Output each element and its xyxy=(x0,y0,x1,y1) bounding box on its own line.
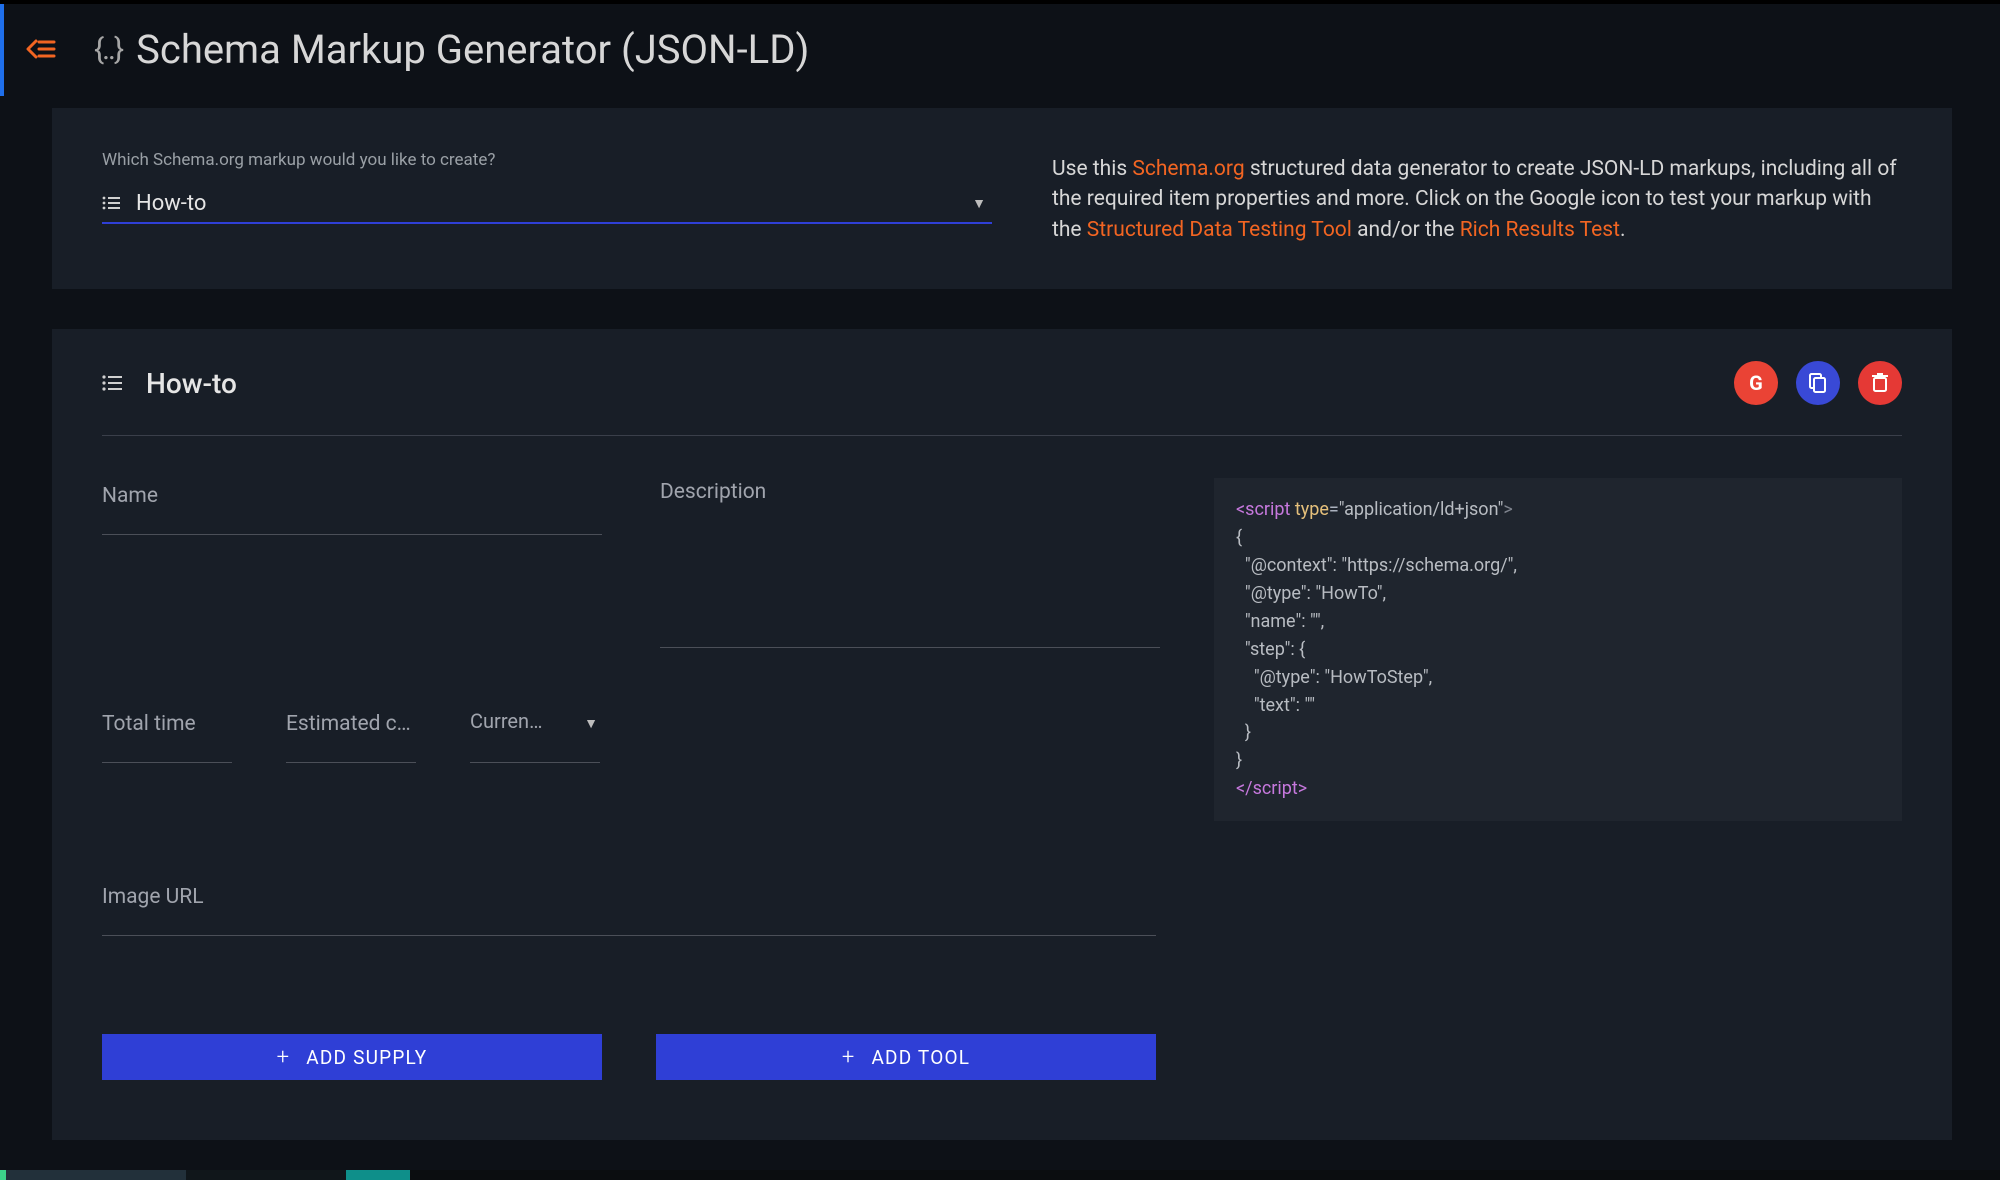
schema-select-label: Which Schema.org markup would you like t… xyxy=(102,150,992,170)
plus-icon: + xyxy=(842,1045,856,1070)
currency-label: Curren… xyxy=(470,709,600,733)
schema-type-select[interactable]: How-to ▼ xyxy=(102,184,992,224)
code-line: } xyxy=(1236,722,1251,743)
code-line: "text": "" xyxy=(1236,695,1315,716)
image-url-field[interactable]: Image URL xyxy=(102,879,1156,936)
estimated-cost-field[interactable]: Estimated c… xyxy=(286,706,416,763)
schema-selector-card: Which Schema.org markup would you like t… xyxy=(52,108,1952,289)
list-icon xyxy=(102,196,120,210)
code-line: "@type": "HowTo", xyxy=(1236,583,1386,604)
copy-icon xyxy=(1809,373,1827,393)
chevron-down-icon: ▼ xyxy=(584,715,598,732)
google-test-button[interactable]: G xyxy=(1734,361,1778,405)
google-icon: G xyxy=(1749,371,1763,395)
code-line: "name": "", xyxy=(1236,611,1324,632)
total-time-field[interactable]: Total time xyxy=(102,706,232,763)
chevron-down-icon: ▼ xyxy=(972,195,986,212)
description-field[interactable]: Description xyxy=(660,478,1160,648)
plus-icon: + xyxy=(277,1045,291,1070)
add-tool-label: ADD TOOL xyxy=(871,1046,970,1069)
name-label: Name xyxy=(102,484,602,508)
intro-text-4: . xyxy=(1620,218,1626,242)
app-header: {..} Schema Markup Generator (JSON-LD) xyxy=(0,0,2000,94)
intro-text: Use this Schema.org structured data gene… xyxy=(1052,150,1902,245)
section-actions: G xyxy=(1734,361,1902,405)
name-field[interactable]: Name xyxy=(102,478,602,535)
code-line: } xyxy=(1236,750,1242,771)
code-line: "@context": "https://schema.org/", xyxy=(1236,555,1517,576)
code-line: { xyxy=(1236,527,1242,548)
howto-section: How-to G Name xyxy=(52,329,1952,1140)
add-supply-label: ADD SUPPLY xyxy=(306,1046,427,1069)
delete-button[interactable] xyxy=(1858,361,1902,405)
code-line: type xyxy=(1295,499,1329,520)
logo-braces: {..} xyxy=(94,32,122,67)
add-tool-button[interactable]: + ADD TOOL xyxy=(656,1034,1156,1080)
page-title: Schema Markup Generator (JSON-LD) xyxy=(136,26,809,73)
code-line: "application/ld+json" xyxy=(1339,499,1504,520)
intro-text-3: and/or the xyxy=(1352,218,1460,242)
code-line: "step": { xyxy=(1236,639,1305,660)
estimated-cost-label: Estimated c… xyxy=(286,712,416,736)
code-line: = xyxy=(1329,499,1339,520)
list-icon xyxy=(102,375,122,391)
copy-button[interactable] xyxy=(1796,361,1840,405)
currency-select[interactable]: Curren… ▼ xyxy=(470,709,600,763)
schema-select-value: How-to xyxy=(136,191,206,216)
code-line: > xyxy=(1503,499,1512,520)
rich-results-link[interactable]: Rich Results Test xyxy=(1460,218,1620,242)
image-url-label: Image URL xyxy=(102,885,1156,909)
description-label: Description xyxy=(660,480,766,504)
code-line: "@type": "HowToStep", xyxy=(1236,667,1432,688)
left-accent-bar xyxy=(0,4,4,96)
code-line: <script xyxy=(1236,499,1295,520)
total-time-label: Total time xyxy=(102,712,232,736)
sdtt-link[interactable]: Structured Data Testing Tool xyxy=(1087,218,1352,242)
section-title: How-to xyxy=(146,367,1734,400)
jsonld-code-preview: <script type="application/ld+json"> { "@… xyxy=(1214,478,1902,821)
trash-icon xyxy=(1872,373,1888,393)
back-collapse-icon[interactable] xyxy=(26,38,56,60)
code-line: </script> xyxy=(1236,778,1307,799)
add-supply-button[interactable]: + ADD SUPPLY xyxy=(102,1034,602,1080)
schema-org-link[interactable]: Schema.org xyxy=(1132,157,1244,181)
bottom-status-strip xyxy=(0,1170,2000,1180)
intro-text-1: Use this xyxy=(1052,157,1132,181)
